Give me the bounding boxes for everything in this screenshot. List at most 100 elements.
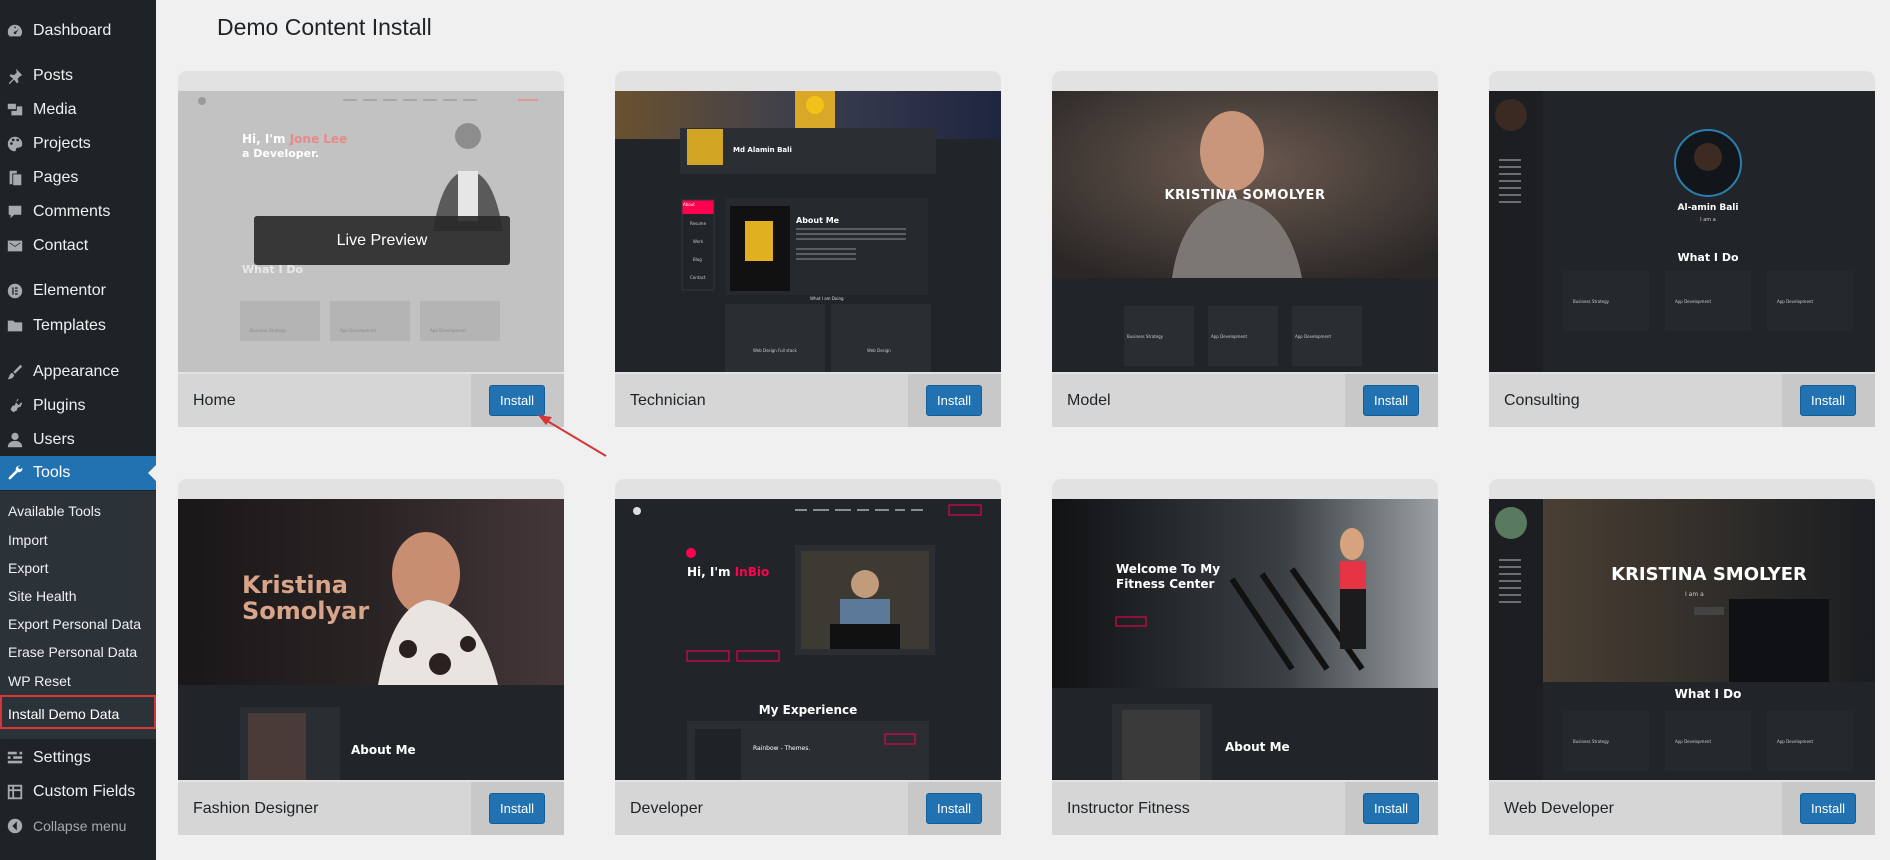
hero-subheading: a Developer. bbox=[242, 147, 320, 160]
service-label: App Development bbox=[1675, 299, 1712, 304]
demo-name: Technician bbox=[630, 392, 706, 409]
mail-icon bbox=[6, 237, 24, 255]
settings-icon bbox=[6, 749, 24, 767]
button-area: Install bbox=[1782, 782, 1875, 835]
sidebar-item-label: Dashboard bbox=[33, 22, 112, 39]
sidebar-item-dashboard[interactable]: Dashboard bbox=[0, 14, 156, 48]
install-button[interactable]: Install bbox=[1363, 385, 1419, 416]
sidebar-item-tools[interactable]: Tools bbox=[0, 456, 156, 490]
collapse-icon bbox=[6, 817, 24, 835]
button-area: Install bbox=[908, 782, 1001, 835]
submenu-install-demo-data[interactable]: Install Demo Data bbox=[0, 695, 156, 729]
demo-card-model: KRISTINA SOMOLYER Business Strategy App … bbox=[1052, 71, 1438, 427]
main-content: Demo Content Install Hi, I'm Jone Lee a … bbox=[156, 0, 1890, 860]
submenu-export-personal-data[interactable]: Export Personal Data bbox=[8, 616, 141, 632]
service-label: App Development bbox=[1295, 334, 1332, 339]
sidebar-item-plugins[interactable]: Plugins bbox=[0, 389, 156, 423]
pages-icon bbox=[6, 169, 24, 187]
grid-icon bbox=[6, 783, 24, 801]
sidebar-item-label: Comments bbox=[33, 203, 111, 220]
install-button[interactable]: Install bbox=[1800, 793, 1856, 824]
live-preview-button[interactable]: Live Preview bbox=[254, 216, 510, 265]
sidebar-item-label: Elementor bbox=[33, 282, 106, 299]
hero-heading-line1: Kristina bbox=[242, 571, 348, 599]
sidebar-item-settings[interactable]: Settings bbox=[0, 741, 156, 775]
service-label: Web Design bbox=[867, 348, 891, 353]
card-footer: Fashion Designer Install bbox=[178, 782, 564, 835]
section-title: About Me bbox=[796, 216, 840, 225]
demo-thumbnail[interactable]: Hi, I'm InBio My Experience Rainbow - Th… bbox=[615, 499, 1001, 780]
nav-item: About bbox=[683, 202, 695, 207]
sidebar-item-elementor[interactable]: Elementor bbox=[0, 274, 156, 308]
hero-heading-line2: Fitness Center bbox=[1116, 577, 1215, 591]
submenu-wp-reset[interactable]: WP Reset bbox=[8, 673, 71, 689]
sidebar-item-comments[interactable]: Comments bbox=[0, 195, 156, 229]
demo-name: Model bbox=[1067, 392, 1111, 409]
technician-preview-art bbox=[615, 91, 1001, 372]
install-button[interactable]: Install bbox=[926, 385, 982, 416]
sidebar-item-label: Users bbox=[33, 431, 75, 448]
sidebar-item-label: Plugins bbox=[33, 397, 86, 414]
submenu-export[interactable]: Export bbox=[8, 560, 48, 576]
card-footer: Instructor Fitness Install bbox=[1052, 782, 1438, 835]
sidebar-item-custom-fields[interactable]: Custom Fields bbox=[0, 775, 156, 809]
profile-role: I am a bbox=[1685, 591, 1704, 598]
demo-thumbnail[interactable]: Welcome To My Fitness Center About Me bbox=[1052, 499, 1438, 780]
hero-heading-line2: Somolyar bbox=[242, 597, 370, 625]
sidebar-item-pages[interactable]: Pages bbox=[0, 161, 156, 195]
annotation-arrow bbox=[538, 415, 607, 457]
hero-heading: Hi, I'm InBio bbox=[687, 565, 769, 579]
service-label: App Development bbox=[340, 328, 377, 333]
demo-card-home: Hi, I'm Jone Lee a Developer. What I Do … bbox=[178, 71, 564, 427]
sidebar-item-label: Tools bbox=[33, 464, 71, 481]
sidebar-item-media[interactable]: Media bbox=[0, 93, 156, 127]
install-button[interactable]: Install bbox=[926, 793, 982, 824]
demo-thumbnail[interactable]: Al-amin Bali I am a What I Do Business S… bbox=[1489, 91, 1875, 372]
sidebar-item-users[interactable]: Users bbox=[0, 423, 156, 457]
hero-greeting: Hi, I'm bbox=[687, 565, 735, 579]
demo-name: Consulting bbox=[1504, 392, 1580, 409]
submenu-available-tools[interactable]: Available Tools bbox=[8, 503, 101, 519]
sidebar-item-posts[interactable]: Posts bbox=[0, 59, 156, 93]
user-icon bbox=[6, 431, 24, 449]
demo-thumbnail[interactable]: KRISTINA SOMOLYER Business Strategy App … bbox=[1052, 91, 1438, 372]
install-button[interactable]: Install bbox=[1363, 793, 1419, 824]
sidebar-item-label: Collapse menu bbox=[33, 818, 127, 834]
folder-icon bbox=[6, 317, 24, 335]
card-footer: Model Install bbox=[1052, 374, 1438, 427]
demo-thumbnail[interactable]: KRISTINA SMOLYER I am a What I Do Busine… bbox=[1489, 499, 1875, 780]
sidebar-item-contact[interactable]: Contact bbox=[0, 229, 156, 263]
submenu-import[interactable]: Import bbox=[8, 532, 48, 548]
install-button[interactable]: Install bbox=[1800, 385, 1856, 416]
sidebar-item-label: Projects bbox=[33, 135, 91, 152]
install-button[interactable]: Install bbox=[489, 793, 545, 824]
service-label: App Development bbox=[1211, 334, 1248, 339]
palette-icon bbox=[6, 135, 24, 153]
admin-sidebar: Dashboard Posts Media Projects Pages Com… bbox=[0, 0, 156, 860]
button-area: Install bbox=[908, 374, 1001, 427]
sidebar-item-projects[interactable]: Projects bbox=[0, 127, 156, 161]
card-footer: Consulting Install bbox=[1489, 374, 1875, 427]
fashion-preview-art bbox=[178, 499, 564, 780]
nav-item: Contact bbox=[690, 275, 706, 280]
service-label: Business Strategy bbox=[1573, 299, 1610, 304]
profile-name: Al-amin Bali bbox=[1677, 203, 1739, 213]
hero-name: Jone Lee bbox=[289, 132, 348, 146]
consulting-preview-art bbox=[1489, 91, 1875, 372]
experience-item: Rainbow - Themes. bbox=[753, 745, 811, 752]
section-title: My Experience bbox=[758, 703, 858, 717]
submenu-site-health[interactable]: Site Health bbox=[8, 588, 76, 604]
hero-heading-line1: Welcome To My bbox=[1116, 562, 1221, 576]
sidebar-item-appearance[interactable]: Appearance bbox=[0, 355, 156, 389]
sidebar-item-label: Settings bbox=[33, 749, 91, 766]
demo-thumbnail[interactable]: Hi, I'm Jone Lee a Developer. What I Do … bbox=[178, 91, 564, 372]
sidebar-item-templates[interactable]: Templates bbox=[0, 309, 156, 343]
demo-thumbnail[interactable]: Md Alamin Bali About Resume Work Blog Co… bbox=[615, 91, 1001, 372]
media-icon bbox=[6, 101, 24, 119]
card-footer: Home Install bbox=[178, 374, 564, 427]
sidebar-item-label: Media bbox=[33, 101, 77, 118]
demo-thumbnail[interactable]: Kristina Somolyar About Me bbox=[178, 499, 564, 780]
collapse-menu-button[interactable]: Collapse menu bbox=[0, 809, 156, 843]
card-footer: Technician Install bbox=[615, 374, 1001, 427]
submenu-erase-personal-data[interactable]: Erase Personal Data bbox=[8, 644, 137, 660]
